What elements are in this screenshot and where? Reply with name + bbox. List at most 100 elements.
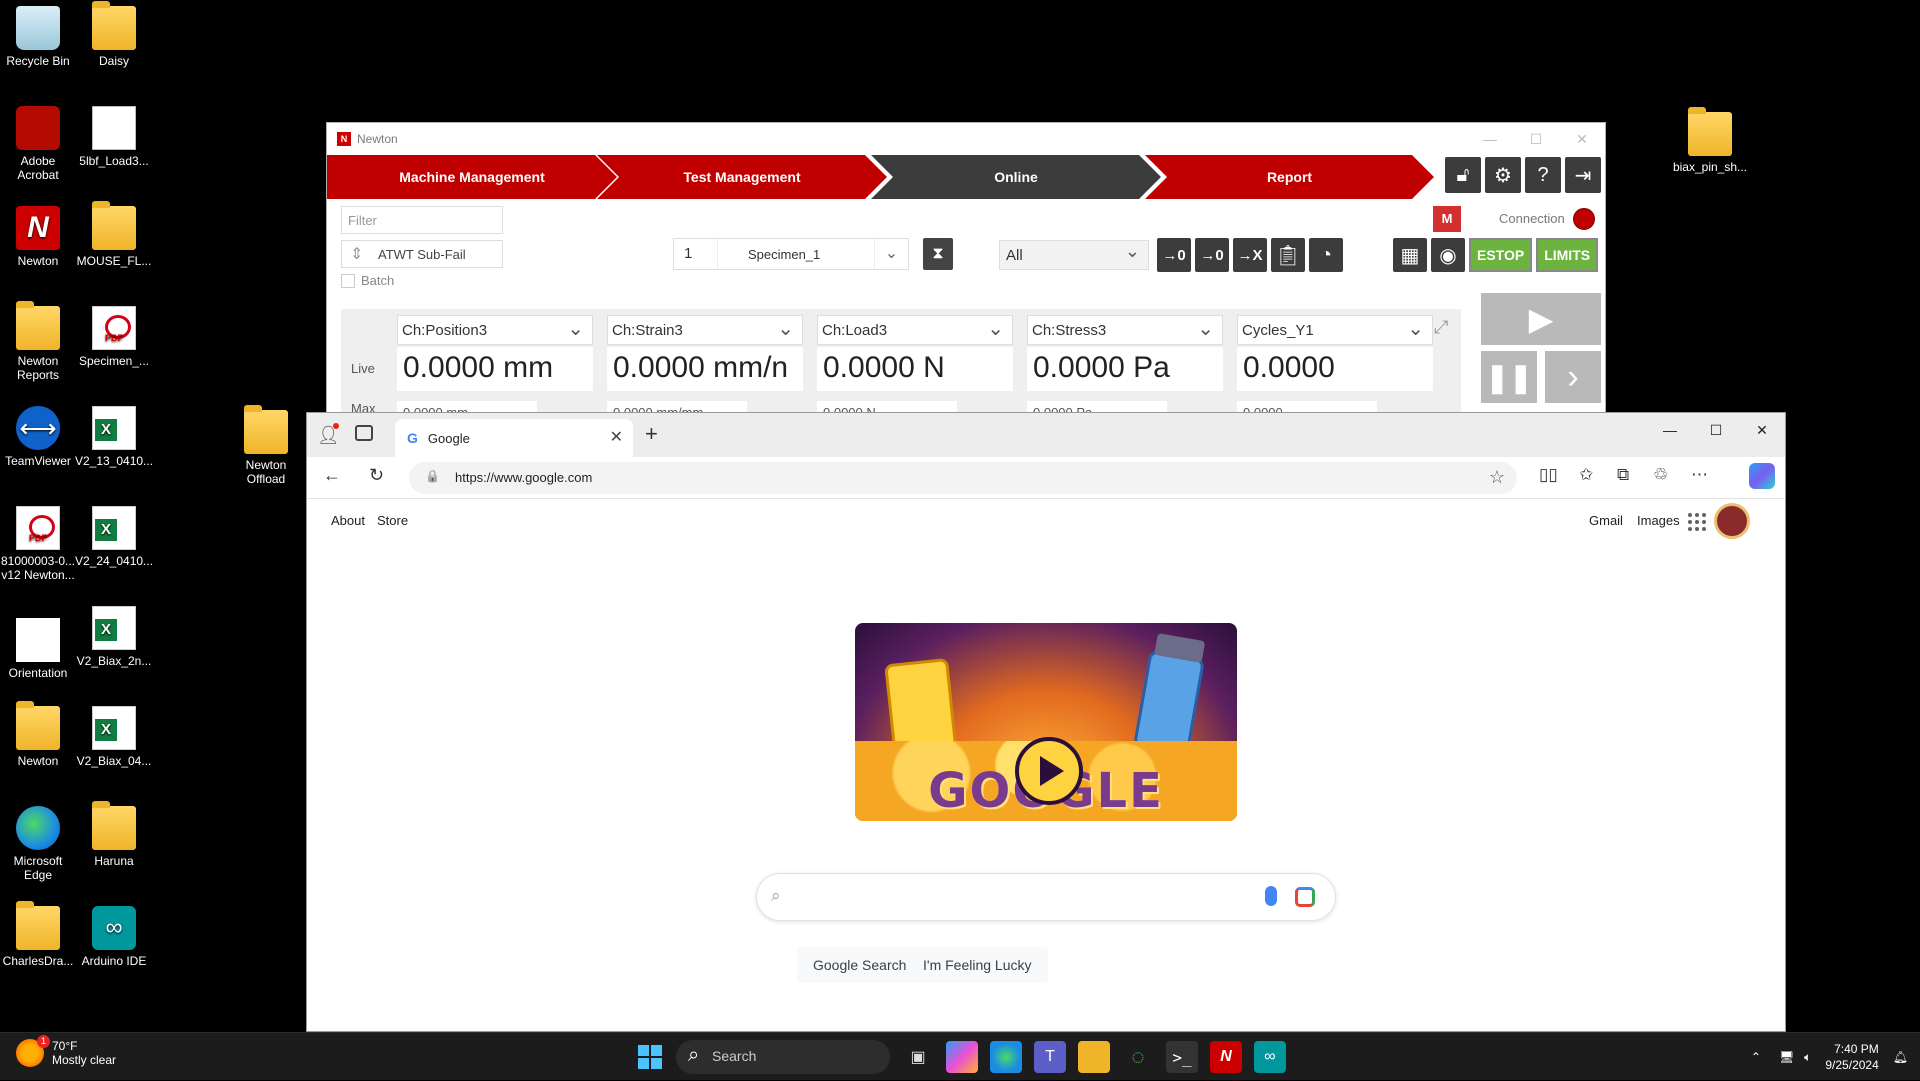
google-lens-icon[interactable] bbox=[1295, 887, 1315, 907]
desktop-icon-edge[interactable]: Microsoft Edge bbox=[0, 806, 76, 882]
close-icon[interactable]: ✕ bbox=[1559, 123, 1605, 155]
task-view-icon[interactable]: ▣ bbox=[902, 1041, 934, 1073]
collections-icon[interactable]: ⧉ bbox=[1617, 465, 1629, 485]
clear-zero-button[interactable]: →X bbox=[1233, 238, 1267, 272]
desktop-icon-specimen-pdf[interactable]: Specimen_... bbox=[76, 306, 152, 368]
channel-select[interactable]: Cycles_Y1 bbox=[1237, 315, 1433, 345]
desktop-icon-daisy[interactable]: Daisy bbox=[76, 6, 152, 68]
copilot-taskbar-icon[interactable] bbox=[946, 1041, 978, 1073]
grid-view-icon[interactable]: ▦ bbox=[1393, 238, 1427, 272]
desktop-icon-newton-folder[interactable]: Newton bbox=[0, 706, 76, 768]
pause-button[interactable]: ❚❚ bbox=[1481, 351, 1537, 403]
next-step-button[interactable]: › bbox=[1545, 351, 1601, 403]
chevron-down-icon[interactable]: ⌄ bbox=[874, 239, 908, 269]
channel-select[interactable]: Ch:Position3 bbox=[397, 315, 593, 345]
desktop-icon-recycle-bin[interactable]: Recycle Bin bbox=[0, 6, 76, 68]
channel-filter-select[interactable]: All bbox=[999, 240, 1149, 270]
back-icon[interactable]: ← bbox=[323, 465, 341, 486]
tab-actions-icon[interactable] bbox=[355, 425, 373, 441]
desktop-icon-teamviewer[interactable]: TeamViewer bbox=[0, 406, 76, 468]
extensions-icon[interactable]: ♲ bbox=[1653, 465, 1668, 485]
exit-icon[interactable]: ⇥ bbox=[1565, 157, 1601, 193]
file-explorer-icon[interactable] bbox=[1078, 1041, 1110, 1073]
desktop-icon-manual-pdf[interactable]: 81000003-0... v12 Newton... bbox=[0, 506, 76, 582]
about-link[interactable]: About bbox=[331, 513, 365, 528]
specimen-hourglass-icon[interactable]: ⧗ bbox=[923, 238, 953, 270]
edge-taskbar-icon[interactable] bbox=[990, 1041, 1022, 1073]
images-link[interactable]: Images bbox=[1637, 513, 1680, 528]
newton-taskbar-icon[interactable]: N bbox=[1210, 1041, 1242, 1073]
nav-machine-management[interactable]: Machine Management bbox=[327, 155, 617, 199]
lock-icon[interactable]: 🔓︎ bbox=[1445, 157, 1481, 193]
favorites-icon[interactable]: ✩ bbox=[1579, 465, 1593, 485]
start-button[interactable] bbox=[634, 1041, 666, 1073]
refresh-icon[interactable]: ↻ bbox=[369, 465, 384, 486]
more-icon[interactable]: ⋯ bbox=[1691, 465, 1708, 485]
google-doodle[interactable]: GOOGLE bbox=[855, 623, 1237, 821]
maximize-icon[interactable]: ☐ bbox=[1693, 413, 1739, 447]
clipboard-icon[interactable]: 📋︎ bbox=[1271, 238, 1305, 272]
desktop-icon-file-load[interactable]: 5lbf_Load3... bbox=[76, 106, 152, 168]
nav-online[interactable]: Online bbox=[871, 155, 1161, 199]
play-button[interactable]: ▶ bbox=[1481, 293, 1601, 345]
desktop-icon-excel-v2-24[interactable]: V2_24_0410... bbox=[76, 506, 152, 568]
channel-select[interactable]: Ch:Strain3 bbox=[607, 315, 803, 345]
profile-icon[interactable]: 👤︎ bbox=[317, 425, 337, 445]
copilot-icon[interactable] bbox=[1749, 463, 1775, 489]
filter-input[interactable]: Filter bbox=[341, 206, 503, 234]
desktop-icon-excel-biax-2n[interactable]: V2_Biax_2n... bbox=[76, 606, 152, 668]
batch-checkbox[interactable]: Batch bbox=[341, 273, 394, 288]
address-bar[interactable]: https://www.google.com ☆ bbox=[409, 462, 1517, 494]
nav-test-management[interactable]: Test Management bbox=[597, 155, 887, 199]
maximize-icon[interactable]: ☐ bbox=[1513, 123, 1559, 155]
desktop-icon-charles[interactable]: CharlesDra... bbox=[0, 906, 76, 968]
tab-google[interactable]: G Google ✕ bbox=[395, 419, 633, 457]
store-link[interactable]: Store bbox=[377, 513, 408, 528]
chevron-up-icon[interactable]: ⌃ bbox=[1751, 1050, 1761, 1064]
specimen-index[interactable]: 1 bbox=[674, 239, 718, 269]
new-tab-icon[interactable]: + bbox=[645, 421, 658, 447]
avatar[interactable] bbox=[1714, 503, 1750, 539]
teams-taskbar-icon[interactable]: T bbox=[1034, 1041, 1066, 1073]
nav-report[interactable]: Report bbox=[1145, 155, 1434, 199]
network-icon[interactable]: 🖥︎ bbox=[1779, 1050, 1794, 1064]
google-search-button[interactable]: Google Search bbox=[797, 947, 922, 983]
desktop-icon-newton-reports[interactable]: Newton Reports bbox=[0, 306, 76, 382]
specimen-selector[interactable]: 1 Specimen_1 ⌄ bbox=[673, 238, 909, 270]
limits-button[interactable]: LIMITS bbox=[1536, 238, 1598, 272]
eye-icon[interactable]: ◉ bbox=[1431, 238, 1465, 272]
doodle-play-icon[interactable] bbox=[1015, 737, 1083, 805]
refresh-app-icon[interactable]: ◌ bbox=[1122, 1041, 1154, 1073]
google-apps-icon[interactable] bbox=[1688, 513, 1706, 531]
desktop-icon-excel-biax-04[interactable]: V2_Biax_04... bbox=[76, 706, 152, 768]
desktop-icon-orientation[interactable]: Orientation bbox=[0, 606, 76, 680]
settings-icon[interactable]: ⚙ bbox=[1485, 157, 1521, 193]
zero-position-button[interactable]: →0 bbox=[1157, 238, 1191, 272]
split-screen-icon[interactable]: ▯▯ bbox=[1539, 465, 1558, 485]
desktop-icon-arduino[interactable]: ∞Arduino IDE bbox=[76, 906, 152, 968]
desktop-icon-haruna[interactable]: Haruna bbox=[76, 806, 152, 868]
zero-load-button[interactable]: →0 bbox=[1195, 238, 1229, 272]
feeling-lucky-button[interactable]: I'm Feeling Lucky bbox=[907, 947, 1048, 983]
desktop-icon-newton-app[interactable]: NNewton bbox=[0, 206, 76, 268]
arduino-taskbar-icon[interactable]: ∞ bbox=[1254, 1041, 1286, 1073]
mode-badge[interactable]: M bbox=[1433, 206, 1461, 232]
notification-bell-icon[interactable]: 🔔︎ bbox=[1893, 1050, 1908, 1064]
voice-search-icon[interactable] bbox=[1265, 886, 1277, 906]
desktop-icon-acrobat[interactable]: Adobe Acrobat bbox=[0, 106, 76, 182]
help-icon[interactable]: ? bbox=[1525, 157, 1561, 193]
volume-icon[interactable]: 🔈︎ bbox=[1804, 1050, 1811, 1065]
favorite-star-icon[interactable]: ☆ bbox=[1489, 467, 1505, 488]
channel-select[interactable]: Ch:Load3 bbox=[817, 315, 1013, 345]
desktop-icon-excel-v2-13[interactable]: V2_13_0410... bbox=[76, 406, 152, 468]
minimize-icon[interactable]: — bbox=[1467, 123, 1513, 155]
estop-button[interactable]: ESTOP bbox=[1469, 238, 1532, 272]
method-selector[interactable]: ATWT Sub-Fail bbox=[341, 240, 503, 268]
expand-icon[interactable]: ⤢ bbox=[1434, 317, 1448, 338]
taskbar-search[interactable]: Search bbox=[676, 1040, 890, 1074]
clock[interactable]: 7:40 PM 9/25/2024 bbox=[1825, 1041, 1878, 1073]
gmail-link[interactable]: Gmail bbox=[1589, 513, 1623, 528]
desktop-icon-newton-offload[interactable]: Newton Offload bbox=[228, 410, 304, 486]
desktop-icon-mouse-folder[interactable]: MOUSE_FL... bbox=[76, 206, 152, 268]
google-search-box[interactable]: ⌕ bbox=[756, 873, 1336, 921]
